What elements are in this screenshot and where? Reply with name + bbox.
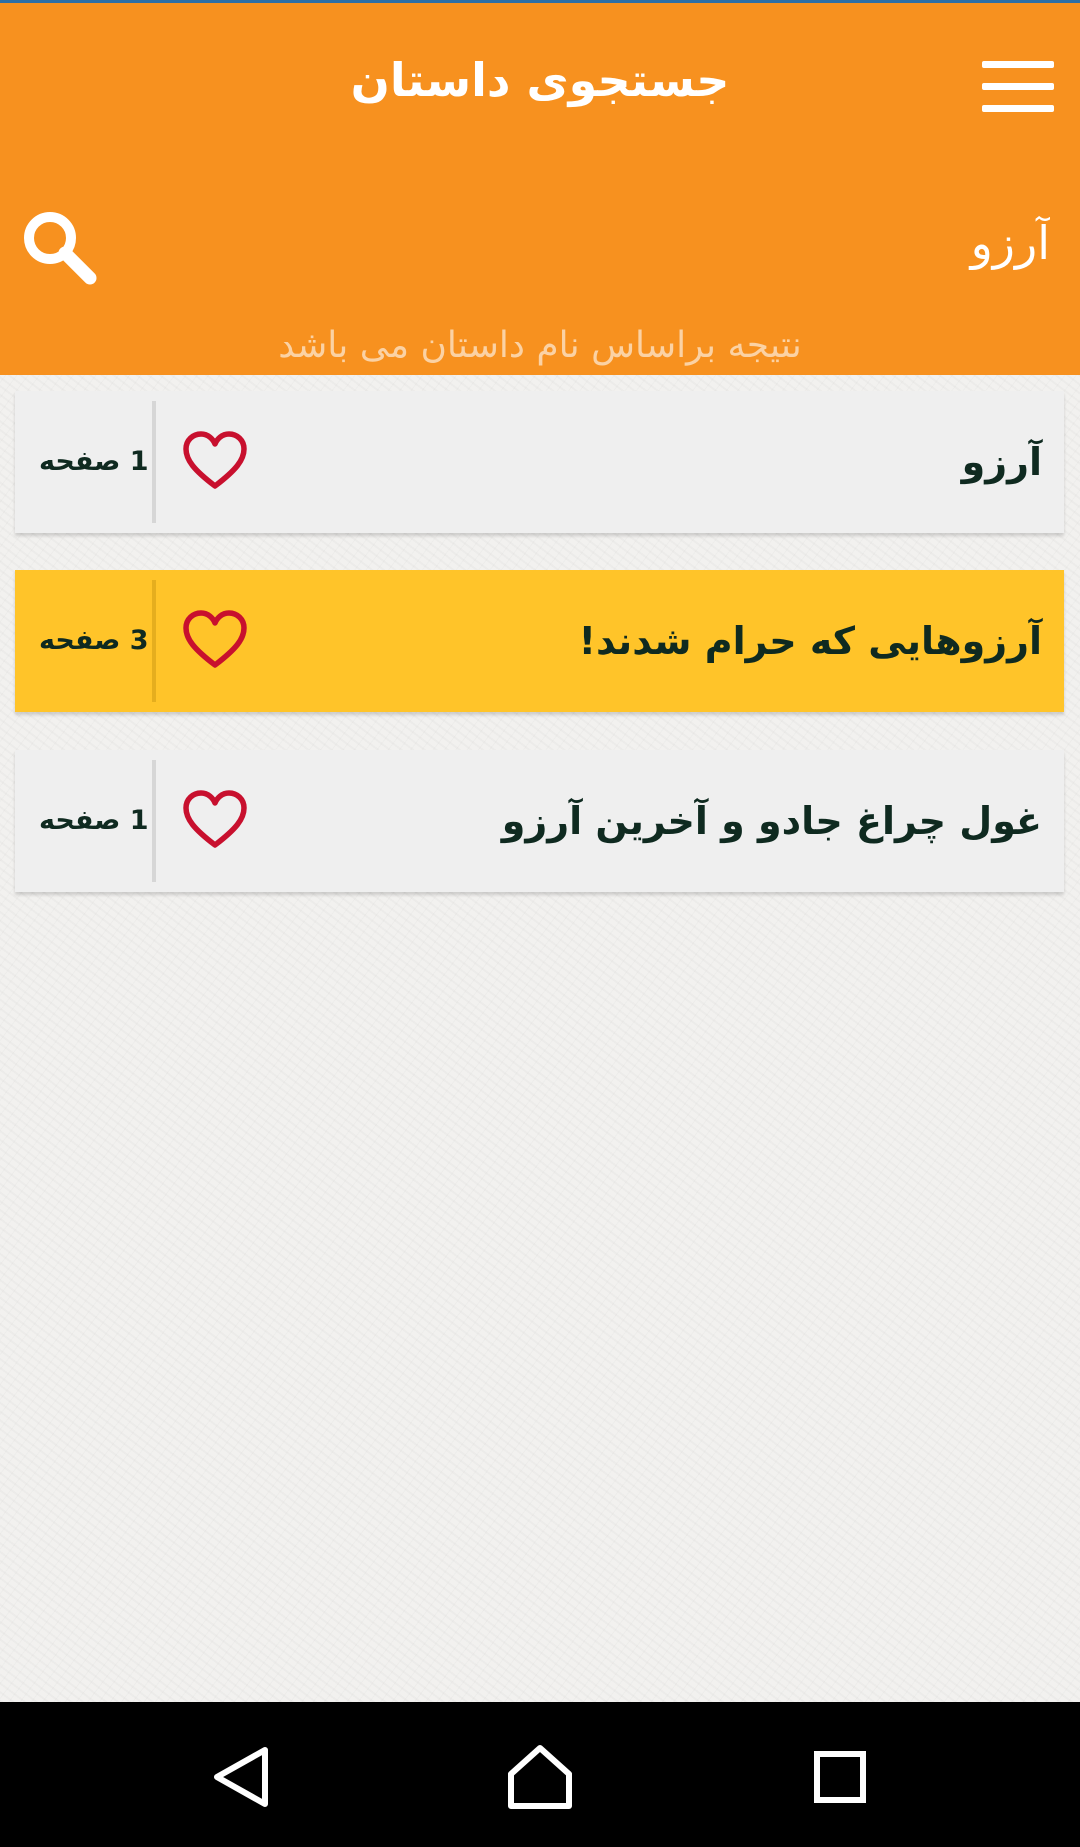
home-icon[interactable] [505,1742,575,1812]
story-title: آرزو [961,440,1042,484]
system-navigation-bar [0,1702,1080,1847]
recents-square-icon[interactable] [805,1742,875,1812]
heart-outline-icon[interactable] [182,789,248,851]
list-item[interactable]: آرزوهایی که حرام شدند! 3 صفحه [15,570,1064,712]
search-icon[interactable] [20,208,98,286]
back-triangle-icon[interactable] [205,1742,275,1812]
search-input[interactable] [130,208,1050,278]
page-count: 1 صفحه [39,805,149,836]
list-item[interactable]: آرزو 1 صفحه [15,391,1064,533]
results-list: آرزو 1 صفحه آرزوهایی که حرام شدند! 3 صفح… [0,375,1080,1702]
divider [152,580,156,702]
page-count: 1 صفحه [39,446,149,477]
story-title: آرزوهایی که حرام شدند! [578,619,1042,663]
divider [152,401,156,523]
search-hint: نتیجه براساس نام داستان می باشد [278,325,802,366]
list-item[interactable]: غول چراغ جادو و آخرین آرزو 1 صفحه [15,750,1064,892]
page-title: جستجوی داستان [350,53,730,107]
heart-outline-icon[interactable] [182,430,248,492]
divider [152,760,156,882]
app-header: جستجوی داستان نتیجه براساس نام داستان می… [0,3,1080,375]
story-title: غول چراغ جادو و آخرین آرزو [501,799,1042,843]
page-count: 3 صفحه [39,625,149,656]
heart-outline-icon[interactable] [182,609,248,671]
